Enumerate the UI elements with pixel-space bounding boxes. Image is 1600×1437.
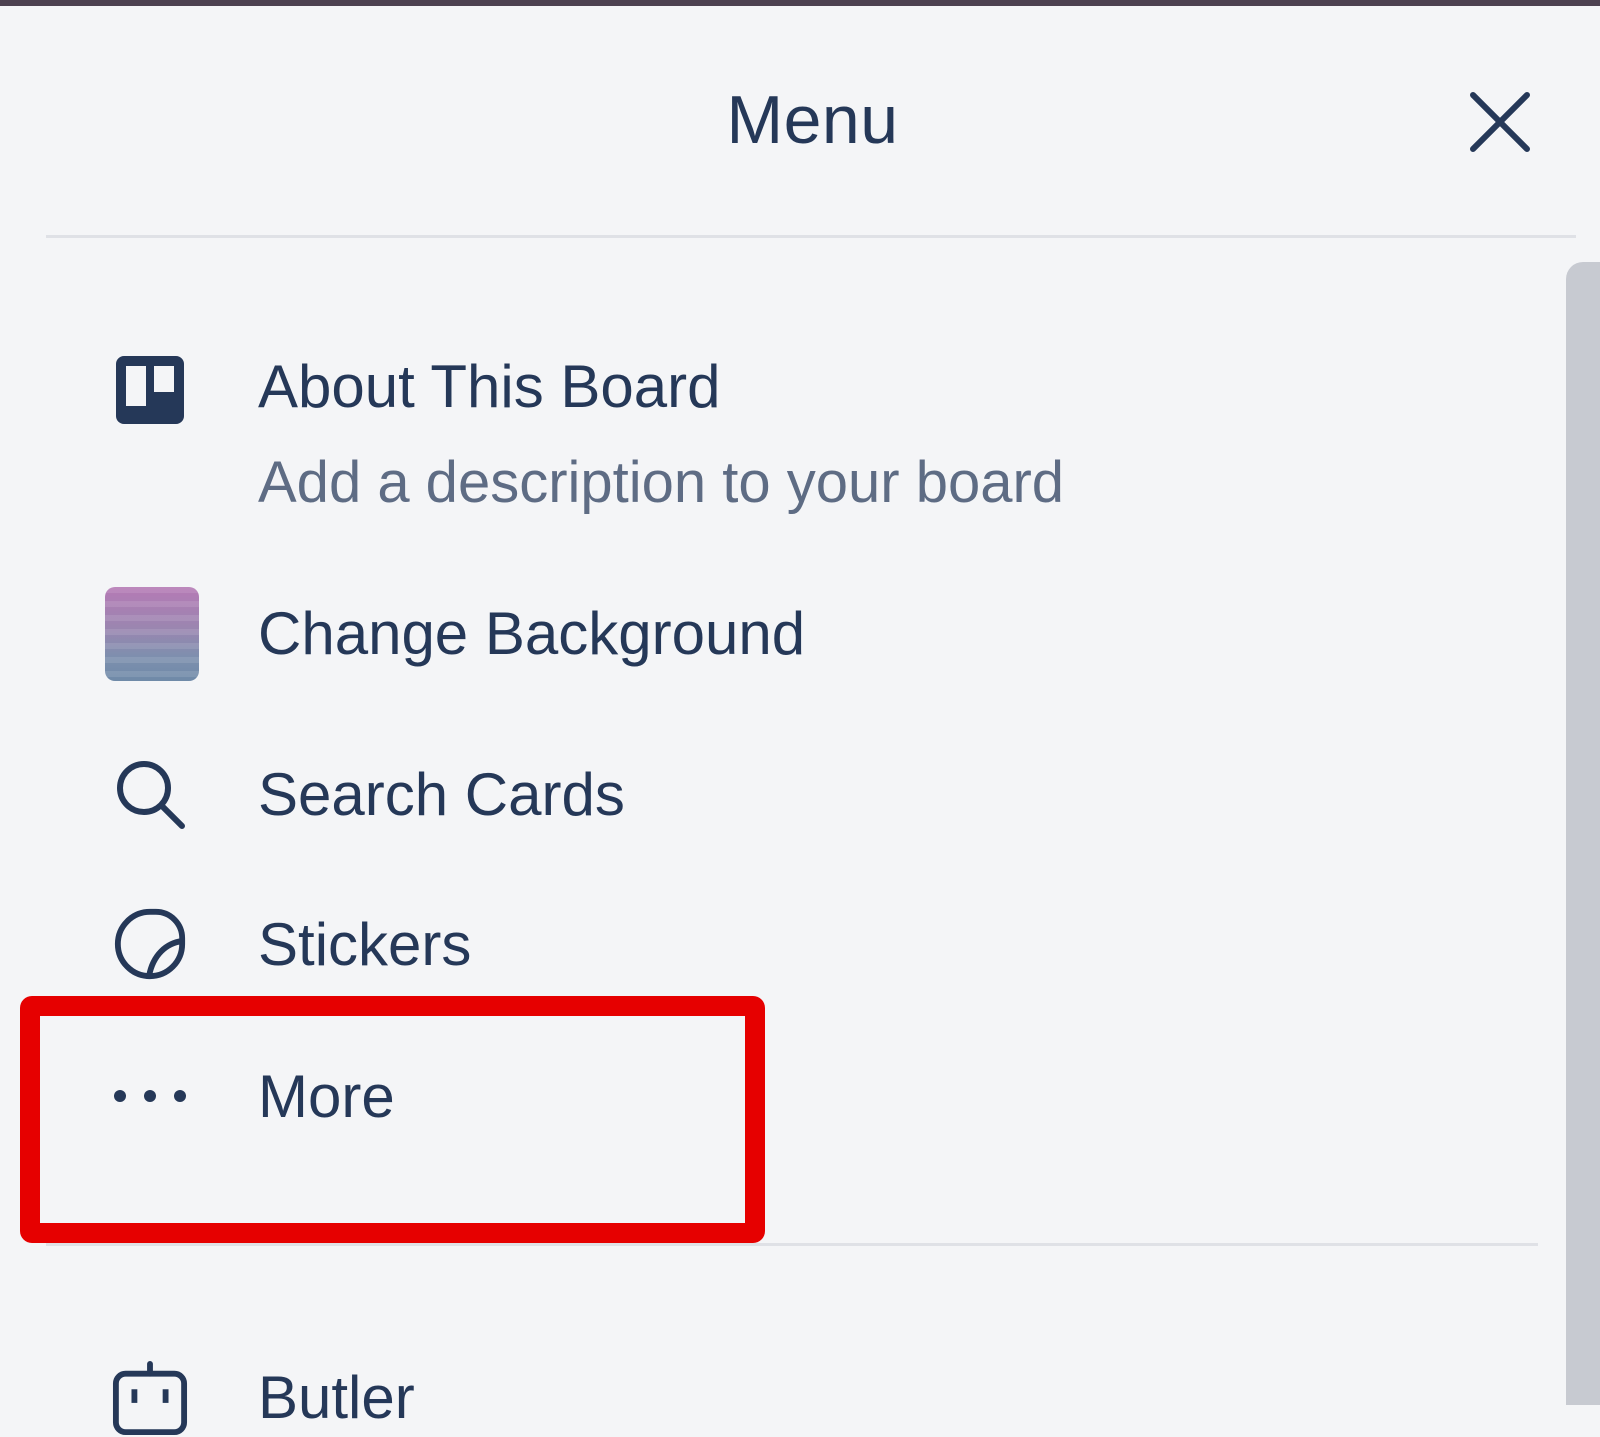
menu-item-label: Search Cards [258, 761, 625, 828]
sticker-icon [112, 906, 188, 982]
search-icon [112, 756, 188, 832]
menu-item-label: Stickers [258, 911, 472, 978]
header-divider [46, 235, 1576, 238]
menu-item-label: More [258, 1063, 395, 1130]
robot-icon [112, 1361, 188, 1437]
scrollbar-thumb[interactable] [1566, 262, 1600, 1405]
menu-item-change-background[interactable]: Change Background [0, 582, 1500, 692]
menu-item-subtitle: Add a description to your board [258, 450, 1065, 515]
section-divider [46, 1243, 1538, 1246]
window-top-border [0, 0, 1600, 6]
menu-item-stickers[interactable]: Stickers [0, 898, 1500, 998]
menu-item-about-board[interactable]: About This Board Add a description to yo… [0, 340, 1500, 520]
menu-item-search-cards[interactable]: Search Cards [0, 748, 1500, 848]
menu-title: Menu [726, 82, 899, 158]
menu-item-label: Butler [258, 1364, 415, 1431]
ellipsis-icon [112, 1058, 188, 1134]
background-swatch-icon [105, 587, 199, 681]
close-icon [1470, 92, 1530, 152]
menu-item-label: Change Background [258, 600, 806, 667]
menu-item-more[interactable]: More [0, 1050, 1500, 1150]
menu-item-butler[interactable]: Butler [0, 1355, 1500, 1437]
board-icon [112, 352, 188, 428]
close-button[interactable] [1460, 82, 1540, 162]
menu-item-label: About This Board [258, 353, 721, 420]
